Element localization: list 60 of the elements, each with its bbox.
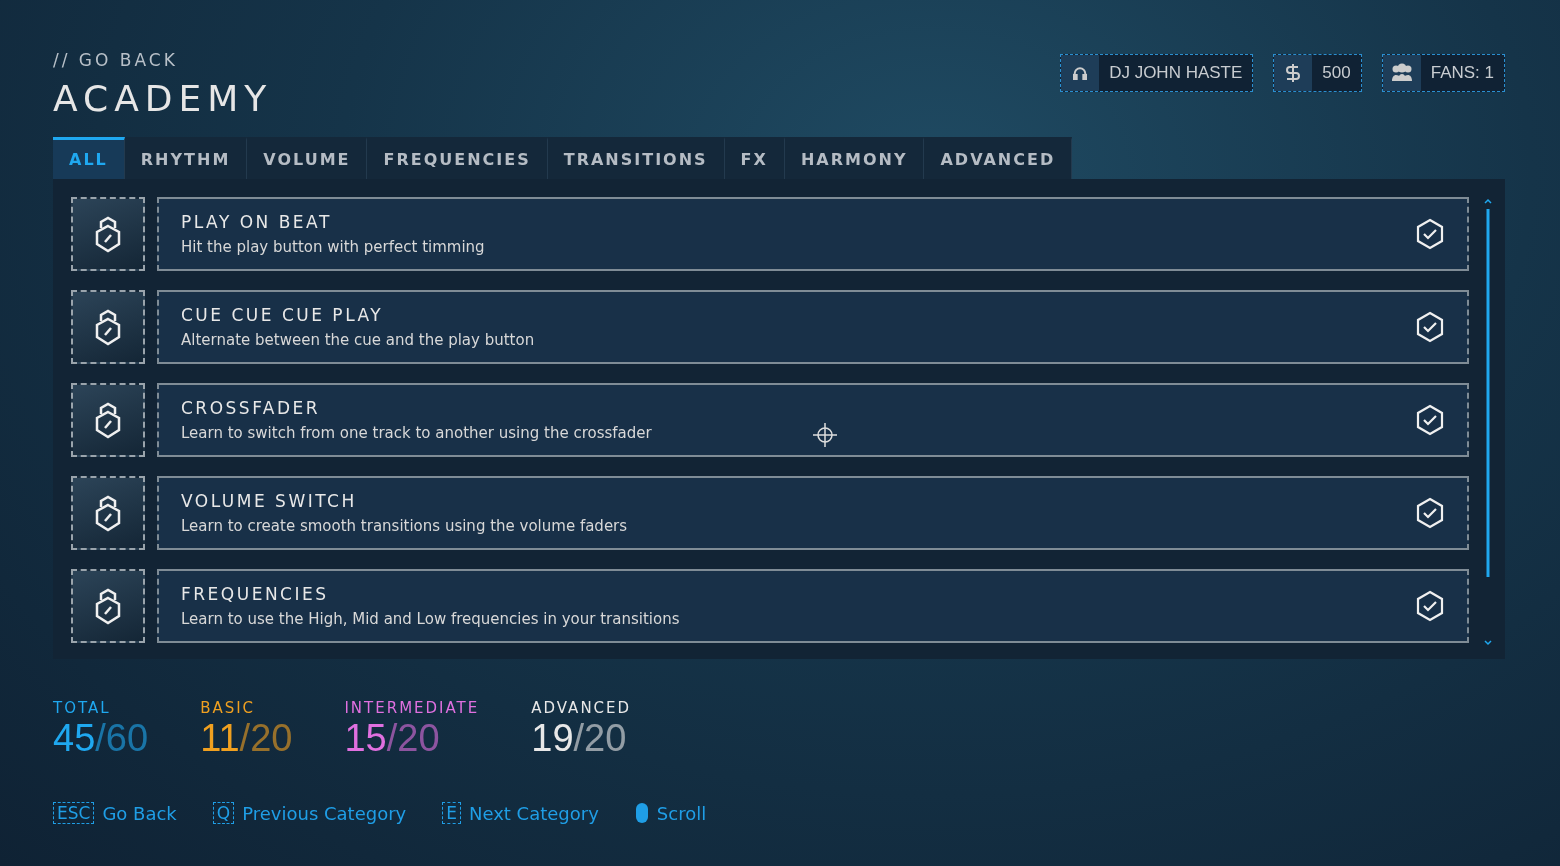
- lesson-description: Learn to use the High, Mid and Low frequencies in your transitions: [181, 610, 680, 628]
- stat-value: 11: [200, 717, 240, 760]
- check-badge-icon: [1415, 218, 1445, 250]
- check-badge-icon: [1415, 311, 1445, 343]
- stat-separator: /: [95, 717, 106, 760]
- category-tab[interactable]: ALL: [53, 137, 125, 179]
- lock-icon: [93, 307, 123, 347]
- stat-separator: /: [386, 717, 398, 760]
- stat-label: ADVANCED: [531, 699, 632, 717]
- lesson-title: VOLUME SWITCH: [181, 491, 357, 511]
- people-icon: [1389, 63, 1414, 83]
- badge-label: DJ JOHN HASTE: [1108, 62, 1244, 84]
- lock-icon: [93, 586, 123, 626]
- lock-icon: [93, 493, 123, 533]
- check-badge-icon: [1415, 404, 1445, 436]
- dollar-icon: [1284, 62, 1303, 84]
- lesson-description: Learn to switch from one track to another using the crossfader: [181, 424, 652, 442]
- lesson-card[interactable]: PLAY ON BEAT Hit the play button with perfect timming: [157, 197, 1469, 271]
- stat-label: BASIC: [200, 699, 257, 717]
- lesson-title: CUE CUE CUE PLAY: [181, 305, 384, 325]
- hint-label[interactable]: Previous Category: [242, 802, 407, 824]
- lesson-card[interactable]: CUE CUE CUE PLAY Alternate between the cue and the play button: [157, 290, 1469, 364]
- hint-label[interactable]: Scroll: [656, 802, 707, 824]
- lesson-title: FREQUENCIES: [181, 584, 329, 604]
- badge-label: 500: [1321, 62, 1352, 84]
- lock-icon: [93, 214, 123, 254]
- scrollbar[interactable]: [1483, 197, 1493, 647]
- stat-value: 19: [531, 717, 574, 760]
- lesson-description: Hit the play button with perfect timming: [181, 238, 485, 256]
- go-back-link[interactable]: // GO BACK: [53, 50, 273, 70]
- lesson-title: PLAY ON BEAT: [181, 212, 332, 232]
- hint-label[interactable]: Go Back: [102, 802, 177, 824]
- lesson-card[interactable]: VOLUME SWITCH Learn to create smooth transitions using the volume faders: [157, 476, 1469, 550]
- lesson-description: Alternate between the cue and the play button: [181, 331, 535, 349]
- lesson-card[interactable]: CROSSFADER Learn to switch from one track to another using the crossfader: [157, 383, 1469, 457]
- stat-total: 20: [584, 717, 627, 760]
- stat-total: 20: [397, 717, 440, 760]
- lock-icon: [93, 400, 123, 440]
- key-hint: E: [442, 802, 461, 824]
- key-hint: ESC: [53, 802, 95, 824]
- stat-label: TOTAL: [53, 699, 112, 717]
- page-title: ACADEMY: [53, 78, 273, 119]
- stat-separator: /: [573, 717, 585, 760]
- key-hint: Q: [212, 802, 235, 824]
- check-badge-icon: [1415, 497, 1445, 529]
- stat-total: 20: [250, 717, 293, 760]
- crosshair-icon: [812, 422, 838, 448]
- stat-label: INTERMEDIATE: [344, 699, 480, 717]
- hint-label[interactable]: Next Category: [468, 802, 599, 824]
- stat-total: 60: [105, 717, 149, 760]
- stat-separator: /: [239, 717, 251, 760]
- lesson-card[interactable]: FREQUENCIES Learn to use the High, Mid and Low frequencies in your transitions: [157, 569, 1469, 643]
- check-badge-icon: [1415, 590, 1445, 622]
- stat-value: 45: [53, 717, 96, 760]
- stat-value: 15: [344, 717, 387, 760]
- lesson-title: CROSSFADER: [181, 398, 321, 418]
- badge-label: FANS: 1: [1429, 62, 1495, 84]
- headphones-icon: [1072, 65, 1089, 81]
- mouse-icon: [634, 802, 649, 824]
- lesson-description: Learn to create smooth transitions using the volume faders: [181, 517, 628, 535]
